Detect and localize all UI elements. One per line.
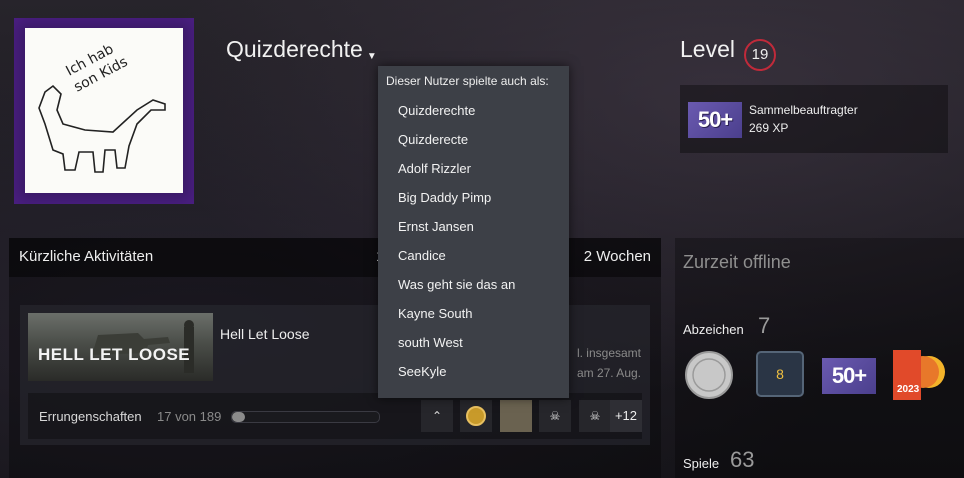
- alias-item[interactable]: Kayne South: [398, 306, 472, 321]
- alias-item[interactable]: south West: [398, 335, 463, 350]
- persona-name-dropdown[interactable]: Quizderechte ▼: [226, 36, 377, 63]
- chevron-up-icon[interactable]: ⌃: [421, 400, 453, 432]
- games-link[interactable]: Spiele: [683, 456, 719, 471]
- alias-item[interactable]: Ernst Jansen: [398, 219, 474, 234]
- game-name-link[interactable]: Hell Let Loose: [220, 326, 310, 342]
- featured-badge[interactable]: 50+ Sammelbeauftragter 269 XP: [680, 85, 948, 153]
- achievements-progress-fill: [232, 412, 246, 422]
- more-achievements-button[interactable]: +12: [610, 400, 642, 432]
- achievements-row[interactable]: Errungenschaften 17 von 189 ⌃ ☠ ☠ +12: [28, 393, 642, 439]
- game-hours-total: l. insgesamt: [576, 346, 641, 360]
- steam-2023-badge-icon[interactable]: 2023: [893, 350, 947, 400]
- caret-down-icon: ▼: [366, 51, 377, 62]
- collector-badge-icon: 50+: [688, 102, 742, 138]
- profile-sidebar: Zurzeit offline Abzeichen 7 8 50+ 2023 S…: [675, 238, 964, 478]
- games-count: 63: [730, 447, 755, 472]
- dinosaur-doodle-icon: Ich hab son Kids: [38, 41, 166, 173]
- skull-achievement-icon[interactable]: ☠: [539, 400, 571, 432]
- game-capsule-image[interactable]: HELL LET LOOSE: [28, 313, 213, 381]
- persona-name: Quizderechte: [226, 36, 363, 62]
- skull-achievement-icon[interactable]: ☠: [579, 400, 611, 432]
- recent-activity-title: Kürzliche Aktivitäten: [19, 248, 154, 265]
- badges-count: 7: [758, 313, 771, 338]
- level-label: Level: [680, 36, 735, 62]
- avatar-drawing: Ich hab son Kids: [25, 28, 183, 193]
- collector-badge-text: 50+: [822, 358, 876, 394]
- alias-item[interactable]: Adolf Rizzler: [398, 161, 471, 176]
- alias-item[interactable]: Quizderecte: [398, 132, 468, 147]
- silver-coin-badge-icon[interactable]: [683, 350, 737, 400]
- recent-hours-suffix: 2 Wochen: [583, 248, 651, 265]
- featured-badge-xp: 269 XP: [749, 121, 789, 135]
- achievements-progress-bar: [231, 411, 380, 423]
- aliases-dropdown: Dieser Nutzer spielte auch als: Quizdere…: [378, 66, 569, 398]
- alias-item[interactable]: SeeKyle: [398, 364, 446, 379]
- achievements-label: Errungenschaften: [39, 409, 142, 424]
- alias-item[interactable]: Big Daddy Pimp: [398, 190, 491, 205]
- online-status: Zurzeit offline: [683, 252, 791, 272]
- featured-badge-title: Sammelbeauftragter: [749, 103, 858, 117]
- game-capsule-logo: HELL LET LOOSE: [38, 345, 191, 364]
- avatar[interactable]: Ich hab son Kids: [14, 18, 194, 204]
- steam-badge-year: 2023: [897, 384, 920, 395]
- medal-icon[interactable]: [460, 400, 492, 432]
- aliases-header: Dieser Nutzer spielte auch als:: [386, 74, 549, 88]
- level-badge: 19: [744, 39, 776, 71]
- achievements-count: 17 von 189: [157, 409, 222, 424]
- alias-item[interactable]: Candice: [398, 248, 446, 263]
- alias-item[interactable]: Quizderechte: [398, 103, 475, 118]
- game-last-played: am 27. Aug.: [576, 366, 641, 380]
- alias-item[interactable]: Was geht sie das an: [398, 277, 515, 292]
- collector-badge-icon[interactable]: 50+: [822, 350, 878, 400]
- map-achievement-icon[interactable]: [500, 400, 532, 432]
- badges-link[interactable]: Abzeichen: [683, 322, 744, 337]
- dark-badge-text: 8: [776, 366, 784, 382]
- dark-badge-icon[interactable]: 8: [755, 350, 809, 400]
